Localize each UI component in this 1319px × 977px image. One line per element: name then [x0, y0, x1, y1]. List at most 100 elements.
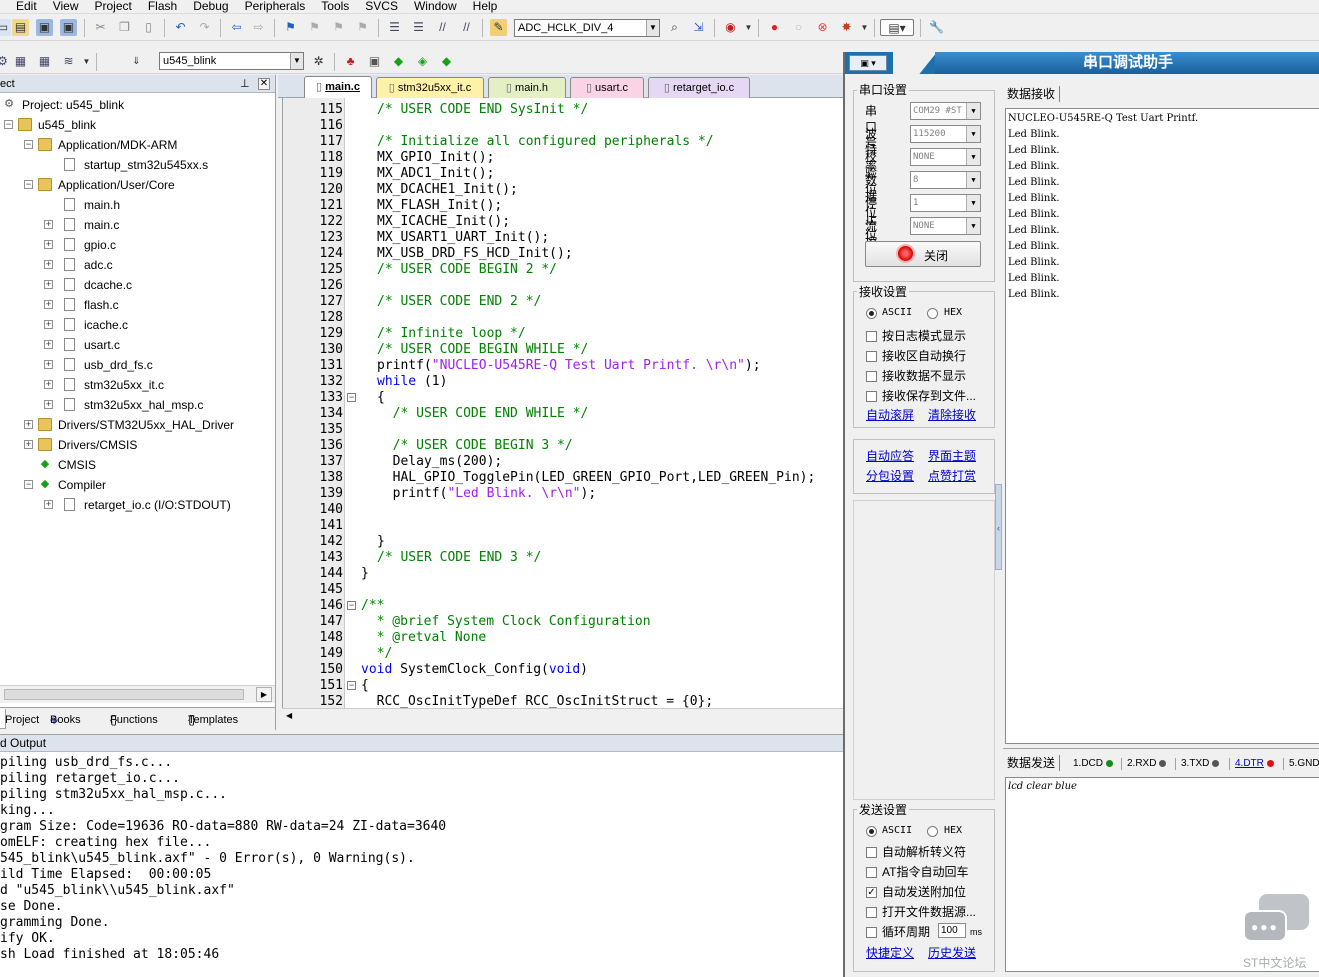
- tx-option-checkbox[interactable]: [866, 847, 877, 858]
- translate-icon[interactable]: ⚙: [0, 53, 11, 70]
- tree-item[interactable]: + adc.c: [0, 255, 275, 275]
- menu-project[interactable]: Project: [94, 0, 131, 13]
- rx-ascii-radio[interactable]: [866, 308, 877, 319]
- download-icon[interactable]: ⇓: [128, 53, 145, 70]
- menu-window[interactable]: Window: [414, 0, 457, 13]
- tx-hex-radio[interactable]: [927, 826, 938, 837]
- wrench-icon[interactable]: 🔧: [928, 19, 945, 36]
- tree-item[interactable]: main.h: [0, 195, 275, 215]
- tx-option-checkbox[interactable]: [866, 867, 877, 878]
- next-bookmark-icon[interactable]: ⚑: [330, 19, 347, 36]
- auto-reply-link[interactable]: 自动应答: [866, 448, 914, 464]
- incremental-find-icon[interactable]: ⇲: [690, 19, 707, 36]
- editor-tab[interactable]: ▯ retarget_io.c: [648, 77, 750, 98]
- close-icon[interactable]: ✕: [258, 78, 270, 90]
- menu-flash[interactable]: Flash: [148, 0, 177, 13]
- menu-debug[interactable]: Debug: [193, 0, 228, 13]
- code-area[interactable]: /* USER CODE END SysInit */ /* Initialize…: [283, 98, 843, 708]
- menu-svcs[interactable]: SVCS: [365, 0, 398, 13]
- cut-icon[interactable]: ✂: [92, 19, 109, 36]
- menu-help[interactable]: Help: [473, 0, 498, 13]
- expander-icon[interactable]: −: [4, 120, 13, 129]
- editor-tab[interactable]: ▯ usart.c: [570, 77, 644, 98]
- save-all-icon[interactable]: ▣: [60, 19, 77, 36]
- manage-components-icon[interactable]: ♣: [342, 53, 359, 70]
- find-in-files-icon[interactable]: ✎: [490, 19, 507, 36]
- open-file-icon[interactable]: ▤: [12, 19, 29, 36]
- tree-item[interactable]: + Drivers/CMSIS: [0, 435, 275, 455]
- tab-books[interactable]: ◈ Books: [44, 709, 81, 729]
- expander-icon[interactable]: +: [44, 300, 53, 309]
- expander-icon[interactable]: +: [44, 360, 53, 369]
- expander-icon[interactable]: +: [44, 320, 53, 329]
- tx-ascii-radio[interactable]: [866, 826, 877, 837]
- fold-icon[interactable]: −: [347, 681, 356, 690]
- tx-option-checkbox[interactable]: [866, 907, 877, 918]
- packet-settings-link[interactable]: 分包设置: [866, 468, 914, 484]
- save-icon[interactable]: ▣: [36, 19, 53, 36]
- rx-data-box[interactable]: NUCLEO-U545RE-Q Test Uart Printf. Led Bli…: [1005, 108, 1319, 744]
- rebuild-icon[interactable]: ▦: [36, 53, 53, 70]
- manage-rte-icon[interactable]: ◆: [390, 53, 407, 70]
- select-packs-icon[interactable]: ◈: [414, 53, 431, 70]
- serial-menu-button[interactable]: ▣ ▾: [849, 55, 887, 71]
- editor-tab[interactable]: ▯ main.h: [488, 77, 566, 98]
- port-select[interactable]: COM29 #ST ▼: [910, 102, 981, 120]
- pin-icon[interactable]: ⊥: [240, 75, 250, 93]
- chevron-down-icon[interactable]: ▼: [856, 19, 873, 36]
- menu-tools[interactable]: Tools: [321, 0, 349, 13]
- menu-view[interactable]: View: [53, 0, 79, 13]
- expander-icon[interactable]: +: [44, 500, 53, 509]
- rx-hex-radio[interactable]: [927, 308, 938, 319]
- target-combo[interactable]: u545_blink ▼: [159, 52, 304, 70]
- tree-item[interactable]: + gpio.c: [0, 235, 275, 255]
- menu-peripherals[interactable]: Peripherals: [245, 0, 306, 13]
- clear-rx-link[interactable]: 清除接收: [928, 407, 976, 423]
- editor-tab[interactable]: ▯ main.c: [304, 76, 372, 98]
- new-file-icon[interactable]: ▭: [0, 19, 11, 36]
- chevron-down-icon[interactable]: ▼: [78, 53, 95, 70]
- tx-option-checkbox[interactable]: [866, 927, 877, 938]
- editor-hscroll[interactable]: ◀: [282, 708, 843, 722]
- tree-item[interactable]: + main.c: [0, 215, 275, 235]
- indent-icon[interactable]: ☰: [386, 19, 403, 36]
- window-layout-icon[interactable]: ▤▾: [880, 19, 914, 36]
- fold-icon[interactable]: −: [347, 601, 356, 610]
- signal-gnd[interactable]: 5.GND: [1283, 756, 1319, 772]
- signal-txd[interactable]: 3.TXD: [1175, 756, 1220, 772]
- comment-icon[interactable]: //: [434, 19, 451, 36]
- period-input[interactable]: 100: [938, 923, 966, 938]
- pack-installer-icon[interactable]: ◆: [438, 53, 455, 70]
- fold-icon[interactable]: −: [347, 393, 356, 402]
- redo-icon[interactable]: ↷: [196, 19, 213, 36]
- tree-item[interactable]: + retarget_io.c (I/O:STDOUT): [0, 495, 275, 515]
- debug-start-icon[interactable]: ◉: [722, 19, 739, 36]
- tree-item[interactable]: + dcache.c: [0, 275, 275, 295]
- tx-option-checkbox[interactable]: ✓: [866, 887, 877, 898]
- quick-define-link[interactable]: 快捷定义: [866, 945, 914, 961]
- tab-functions[interactable]: {} Functions: [104, 709, 158, 729]
- parity-select[interactable]: NONE ▼: [910, 148, 981, 166]
- prev-bookmark-icon[interactable]: ⚑: [306, 19, 323, 36]
- expander-icon[interactable]: +: [44, 220, 53, 229]
- expander-icon[interactable]: +: [24, 420, 33, 429]
- expander-icon[interactable]: +: [44, 400, 53, 409]
- tree-item[interactable]: − ◆ Compiler: [0, 475, 275, 495]
- file-extensions-icon[interactable]: ▣: [366, 53, 383, 70]
- tree-item[interactable]: ⚙ Project: u545_blink: [0, 95, 275, 115]
- find-icon[interactable]: ⌕: [666, 19, 683, 36]
- bookmark-icon[interactable]: ⚑: [282, 19, 299, 36]
- tab-templates[interactable]: {} Templates: [182, 709, 238, 729]
- breakpoint-icon[interactable]: ●: [766, 19, 783, 36]
- expander-icon[interactable]: −: [24, 180, 33, 189]
- paste-icon[interactable]: ▯: [140, 19, 157, 36]
- expander-icon[interactable]: −: [24, 480, 33, 489]
- rx-option-checkbox[interactable]: [866, 391, 877, 402]
- tree-item[interactable]: − Application/MDK-ARM: [0, 135, 275, 155]
- tree-item[interactable]: + stm32u5xx_it.c: [0, 375, 275, 395]
- tree-item[interactable]: − Application/User/Core: [0, 175, 275, 195]
- collapse-handle-icon[interactable]: ‹: [995, 484, 1002, 570]
- tree-item[interactable]: startup_stm32u545xx.s: [0, 155, 275, 175]
- copy-icon[interactable]: ❐: [116, 19, 133, 36]
- history-send-link[interactable]: 历史发送: [928, 945, 976, 961]
